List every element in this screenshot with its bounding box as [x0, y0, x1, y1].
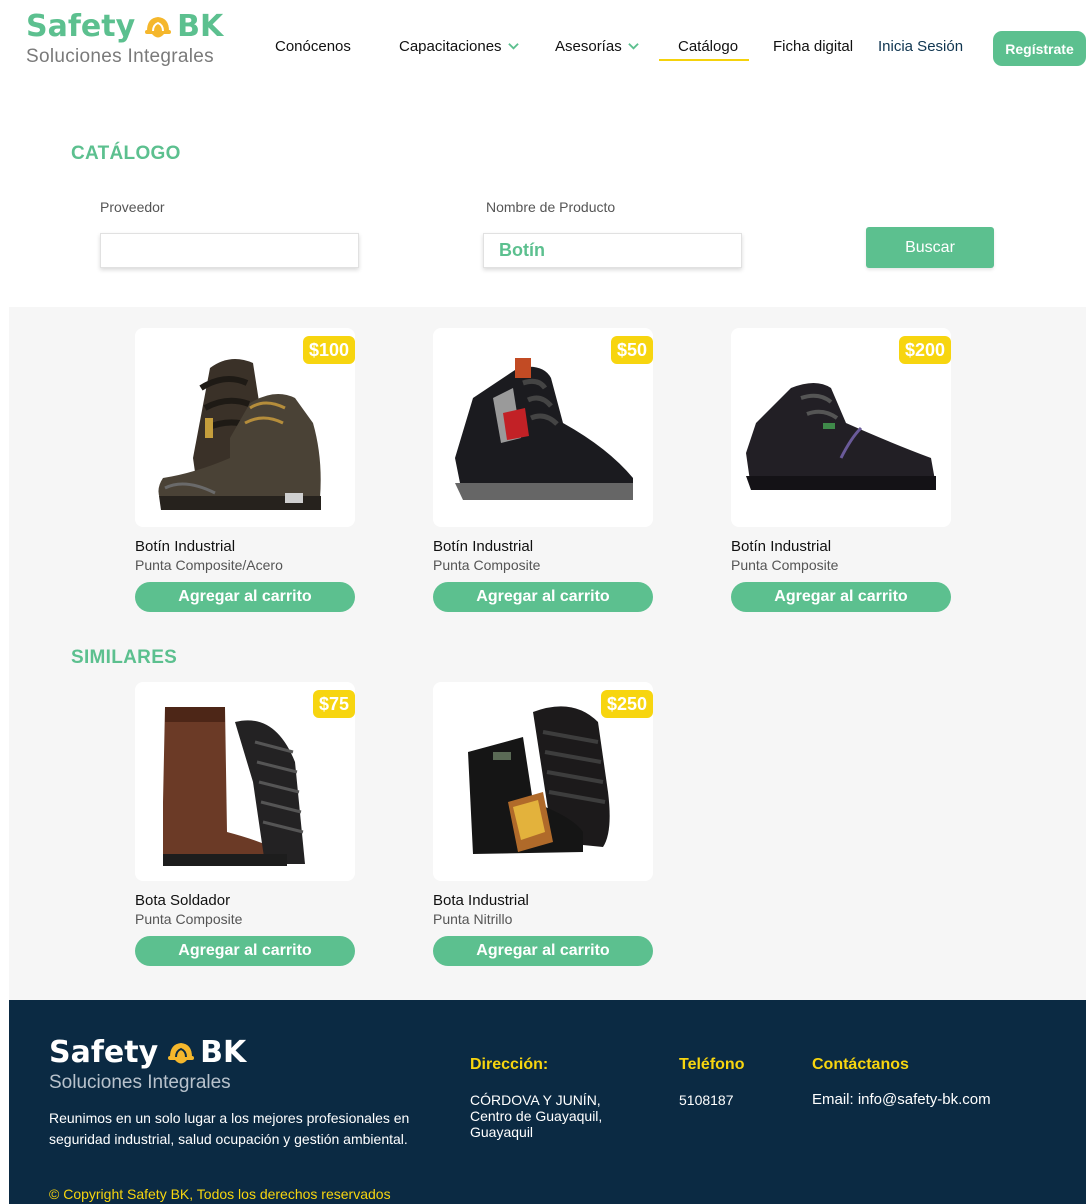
chevron-down-icon — [507, 43, 519, 50]
add-to-cart-button[interactable]: Agregar al carrito — [135, 936, 355, 966]
product-card: $100 Botín Industrial Punta Composite/Ac… — [135, 328, 355, 612]
product-title: Botín Industrial — [135, 538, 236, 555]
nav-item-catalogo[interactable]: Catálogo — [678, 38, 738, 55]
similar-title: SIMILARES — [71, 647, 178, 668]
chevron-down-icon — [627, 43, 639, 50]
product-image[interactable]: $200 — [731, 328, 951, 527]
nav-item-ficha-digital[interactable]: Ficha digital — [773, 38, 853, 55]
phone-title: Teléfono — [679, 1056, 745, 1073]
product-card: $50 Botín Industrial Punta Composite Agr… — [433, 328, 653, 612]
nav-item-label: Conócenos — [275, 38, 351, 55]
add-to-cart-button[interactable]: Agregar al carrito — [433, 582, 653, 612]
catalog-title: CATÁLOGO — [71, 143, 181, 164]
product-description: Punta Composite/Acero — [135, 557, 283, 573]
product-card: $75 Bota Soldador Punta Composite Agrega… — [135, 682, 355, 966]
nav-item-conocenos[interactable]: Conócenos — [275, 38, 351, 55]
price-badge: $100 — [302, 336, 355, 364]
provider-label: Proveedor — [100, 199, 165, 215]
product-description: Punta Composite — [135, 911, 243, 927]
add-to-cart-button[interactable]: Agregar al carrito — [433, 936, 653, 966]
login-label: Inicia Sesión — [878, 38, 964, 55]
brand-name-left: Safety — [49, 1035, 159, 1070]
nav-item-label: Ficha digital — [773, 38, 854, 55]
price-badge: $75 — [312, 690, 355, 718]
product-image[interactable]: $100 — [135, 328, 355, 527]
contact-title: Contáctanos — [812, 1056, 909, 1073]
add-to-cart-button[interactable]: Agregar al carrito — [731, 582, 951, 612]
search-button[interactable]: Buscar — [866, 227, 994, 268]
address-text: CÓRDOVA Y JUNÍN, Centro de Guayaquil, Gu… — [470, 1092, 603, 1140]
product-title: Bota Industrial — [433, 892, 529, 909]
product-description: Punta Composite — [731, 557, 839, 573]
product-name-label: Nombre de Producto — [486, 199, 616, 215]
product-title: Botín Industrial — [731, 538, 832, 555]
price-badge: $250 — [600, 690, 653, 718]
product-title: Bota Soldador — [135, 892, 231, 909]
nav-item-capacitaciones[interactable]: Capacitaciones — [399, 38, 519, 55]
price-badge: $200 — [898, 336, 951, 364]
register-button[interactable]: Regístrate — [993, 31, 1086, 66]
product-name-input[interactable] — [483, 233, 742, 268]
login-link[interactable]: Inicia Sesión — [878, 38, 963, 55]
helmet-icon — [166, 1038, 196, 1068]
copyright: © Copyright Safety BK, Todos los derecho… — [49, 1186, 391, 1202]
footer-about: Reunimos en un solo lugar a los mejores … — [49, 1110, 410, 1147]
product-image[interactable]: $75 — [135, 682, 355, 881]
site-header: Safety BK Soluciones Integrales Conóceno… — [0, 0, 1086, 96]
main-nav: Conócenos Capacitaciones Asesorías Catál… — [0, 38, 1086, 62]
brand-tagline: Soluciones Integrales — [49, 1072, 231, 1093]
product-title: Botín Industrial — [433, 538, 534, 555]
product-description: Punta Composite — [433, 557, 541, 573]
product-card: $200 Botín Industrial Punta Composite Ag… — [731, 328, 951, 612]
nav-item-label: Catálogo — [678, 38, 739, 55]
address-title: Dirección: — [470, 1056, 549, 1073]
nav-item-label: Capacitaciones — [399, 38, 502, 55]
provider-input[interactable] — [100, 233, 359, 268]
brand-name-right: BK — [200, 1035, 247, 1070]
nav-active-indicator — [659, 59, 749, 61]
nav-item-asesorias[interactable]: Asesorías — [555, 38, 639, 55]
phone-text[interactable]: 5108187 — [679, 1092, 734, 1108]
add-to-cart-button[interactable]: Agregar al carrito — [135, 582, 355, 612]
product-image[interactable]: $50 — [433, 328, 653, 527]
product-image[interactable]: $250 — [433, 682, 653, 881]
email-link[interactable]: Email: info@safety-bk.com — [812, 1092, 991, 1108]
product-card: $250 Bota Industrial Punta Nitrillo Agre… — [433, 682, 653, 966]
price-badge: $50 — [610, 336, 653, 364]
product-description: Punta Nitrillo — [433, 911, 513, 927]
footer-logo: Safety BK Soluciones Integrales — [49, 1036, 246, 1094]
site-footer: Safety BK Soluciones Integrales Reunimos… — [9, 1000, 1086, 1204]
nav-item-label: Asesorías — [555, 38, 622, 55]
